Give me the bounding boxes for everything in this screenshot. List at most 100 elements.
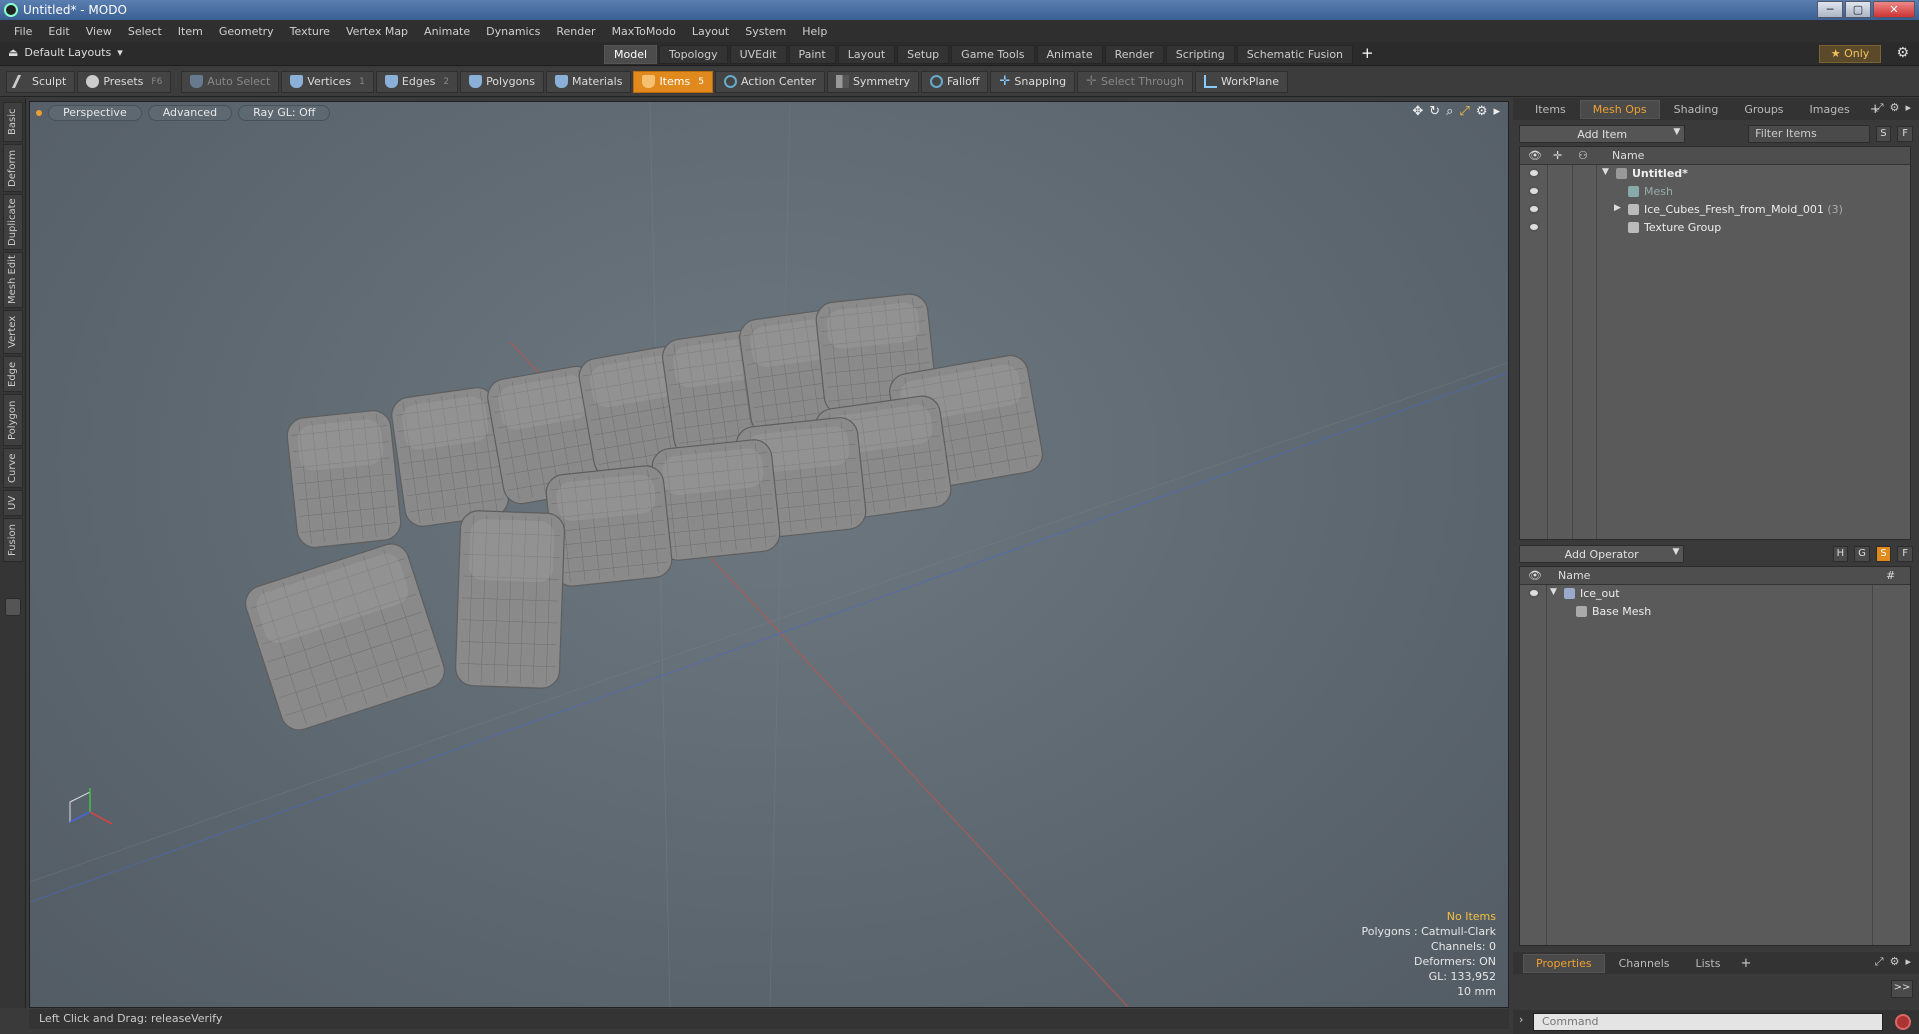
zoom-view-icon[interactable]: ⌕ [1446,104,1453,119]
menu-dynamics[interactable]: Dynamics [478,25,548,38]
expand-arrow-icon[interactable]: ▶ [1614,203,1621,213]
tab-shading[interactable]: Shading [1662,101,1731,118]
presets-button[interactable]: Presets F6 [77,70,172,93]
menu-help[interactable]: Help [794,25,835,38]
visibility-eye-icon[interactable] [1528,168,1540,178]
vtab-duplicate[interactable]: Duplicate [3,194,23,250]
auto-select-button[interactable]: Auto Select [181,70,280,93]
list-item[interactable]: Texture Group [1520,219,1910,237]
expand-properties-button[interactable]: >> [1891,980,1913,998]
list-item[interactable]: ▶ Ice_Cubes_Fresh_from_Mold_001 (3) [1520,201,1910,219]
list-item[interactable]: Base Mesh [1520,603,1910,621]
vtab-uv[interactable]: UV [3,490,23,516]
menu-vertex-map[interactable]: Vertex Map [338,25,416,38]
close-button[interactable]: ✕ [1873,1,1915,18]
stop-icon[interactable] [1895,1014,1911,1030]
vtab-curve[interactable]: Curve [3,448,23,488]
visibility-eye-icon[interactable] [1528,588,1540,598]
tab-channels[interactable]: Channels [1607,955,1682,972]
f-toggle-button[interactable]: F [1897,126,1913,142]
tab-animate[interactable]: Animate [1036,45,1103,64]
vtab-edge[interactable]: Edge [3,356,23,392]
expand-icon[interactable]: ⤢ [1875,955,1884,969]
view-type-button[interactable]: Perspective [48,105,142,121]
viewport-settings-icon[interactable]: ⚙ [1476,104,1488,119]
g-toggle-button[interactable]: G [1854,546,1870,562]
viewport-more-icon[interactable]: ▸ [1493,104,1500,119]
panel-arrow-icon[interactable]: ▸ [1905,955,1911,969]
select-through-button[interactable]: ✛ Select Through [1077,70,1194,93]
expand-arrow-icon[interactable]: ▼ [1602,167,1609,177]
menu-system[interactable]: System [737,25,794,38]
vtab-vertex[interactable]: Vertex [3,310,23,354]
tab-render[interactable]: Render [1104,45,1164,64]
tab-topology[interactable]: Topology [659,45,728,64]
tab-mesh-ops[interactable]: Mesh Ops [1579,99,1660,119]
move-view-icon[interactable]: ✥ [1412,104,1423,119]
menu-edit[interactable]: Edit [40,25,77,38]
tab-items[interactable]: Items [1523,101,1578,118]
tab-paint[interactable]: Paint [788,45,836,64]
shading-mode-button[interactable]: Advanced [147,105,233,121]
menu-geometry[interactable]: Geometry [211,25,282,38]
menu-select[interactable]: Select [120,25,170,38]
materials-button[interactable]: Materials [546,70,632,93]
polygons-button[interactable]: Polygons [460,70,545,93]
workplane-button[interactable]: WorkPlane [1195,70,1289,93]
viewport-menu-dot[interactable] [36,110,42,116]
maximize-button[interactable]: ▢ [1845,1,1871,18]
menu-texture[interactable]: Texture [282,25,338,38]
add-operator-dropdown[interactable]: Add Operator ▼ [1519,545,1685,563]
tab-game-tools[interactable]: Game Tools [951,45,1035,64]
falloff-button[interactable]: Falloff [920,70,989,93]
tab-layout[interactable]: Layout [837,45,896,64]
tab-scripting[interactable]: Scripting [1165,45,1235,64]
vtab-mesh-edit[interactable]: Mesh Edit [3,252,23,308]
menu-maxtomodo[interactable]: MaxToModo [604,25,684,38]
maximize-view-icon[interactable]: ⤢ [1459,104,1469,119]
tab-model[interactable]: Model [604,45,658,64]
f-toggle-button[interactable]: F [1897,546,1913,562]
sculpt-button[interactable]: Sculpt [6,70,76,93]
vtab-deform[interactable]: Deform [3,144,23,192]
items-button[interactable]: Items 5 [633,70,713,93]
edges-button[interactable]: Edges 2 [375,70,459,93]
command-input[interactable]: Command [1533,1013,1883,1031]
s-toggle-button[interactable]: S [1875,546,1892,562]
symmetry-button[interactable]: Symmetry [826,70,919,93]
s-toggle-button[interactable]: S [1875,126,1892,142]
vtab-fusion[interactable]: Fusion [3,518,23,562]
panel-gear-icon[interactable]: ⚙ [1890,955,1900,969]
rotate-view-icon[interactable]: ↻ [1429,104,1440,119]
gear-icon[interactable]: ⚙ [1896,45,1909,61]
expand-icon[interactable]: ⤢ [1875,101,1884,115]
visibility-eye-icon[interactable] [1528,204,1540,214]
menu-view[interactable]: View [78,25,120,38]
visibility-eye-icon[interactable] [1528,222,1540,232]
vertices-button[interactable]: Vertices 1 [281,70,374,93]
expand-arrow-icon[interactable]: ▼ [1550,587,1557,597]
raygl-button[interactable]: Ray GL: Off [238,105,331,121]
menu-file[interactable]: File [6,25,40,38]
visibility-eye-icon[interactable] [1528,186,1540,196]
panel-gear-icon[interactable]: ⚙ [1890,101,1900,115]
tab-schematic-fusion[interactable]: Schematic Fusion [1236,45,1354,64]
menu-render[interactable]: Render [548,25,603,38]
menu-animate[interactable]: Animate [416,25,478,38]
tab-properties[interactable]: Properties [1523,953,1605,973]
menu-item[interactable]: Item [170,25,211,38]
h-toggle-button[interactable]: H [1832,546,1849,562]
panel-toggle-button[interactable] [5,598,21,616]
add-item-dropdown[interactable]: Add Item ▼ [1519,125,1686,143]
tab-lists[interactable]: Lists [1684,955,1733,972]
tab-uvedit[interactable]: UVEdit [729,45,787,64]
tab-images[interactable]: Images [1798,101,1862,118]
3d-viewport[interactable]: Perspective Advanced Ray GL: Off ✥ ↻ ⌕ ⤢… [29,101,1509,1008]
minimize-button[interactable]: ─ [1817,1,1843,18]
only-button[interactable]: ★ Only [1819,45,1881,63]
tab-groups[interactable]: Groups [1732,101,1795,118]
vtab-basic[interactable]: Basic [3,102,23,142]
action-center-button[interactable]: Action Center [714,70,825,93]
tab-setup[interactable]: Setup [897,45,950,64]
snapping-button[interactable]: ✛ Snapping [990,70,1076,93]
